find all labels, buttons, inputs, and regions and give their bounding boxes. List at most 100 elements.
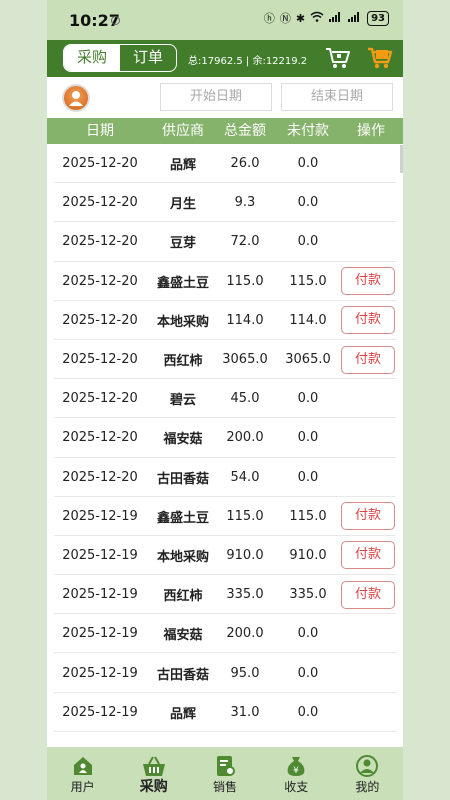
start-date-input[interactable]: 开始日期 <box>160 83 272 111</box>
cell-unpaid: 0.0 <box>297 626 319 642</box>
nav-user-label: 用户 <box>70 780 95 794</box>
purchase-list[interactable]: 2025-12-20 品辉 26.0 0.0 2025-12-20 月生 9.3 0.0 202… <box>47 144 403 733</box>
hd-icon: ⓗ <box>263 12 275 25</box>
cell-unpaid: 0.0 <box>297 469 319 485</box>
user-avatar-icon[interactable] <box>62 84 90 112</box>
bluetooth-icon: ✱ <box>295 11 306 25</box>
cell-total: 335.0 <box>226 587 264 603</box>
cell-unpaid: 910.0 <box>289 547 327 563</box>
cell-total: 200.0 <box>226 430 264 446</box>
cell-unpaid: 3065.0 <box>285 352 331 368</box>
cell-unpaid: 115.0 <box>289 508 327 524</box>
cell-total: 45.0 <box>230 391 260 407</box>
table-row[interactable]: 2025-12-20 鑫盛土豆 115.0 115.0 付款 <box>47 262 403 301</box>
cell-action: 付款 <box>339 267 403 296</box>
pay-button[interactable]: 付款 <box>341 267 395 296</box>
pay-button[interactable]: 付款 <box>341 345 395 374</box>
col-action: 操作 <box>357 123 385 139</box>
cart-icon[interactable] <box>325 46 351 70</box>
scrollbar[interactable] <box>400 145 403 173</box>
cell-date: 2025-12-20 <box>62 430 138 446</box>
cell-action: 付款 <box>339 306 403 335</box>
table-row[interactable]: 2025-12-20 品辉 26.0 0.0 <box>47 144 403 184</box>
cell-total: 9.3 <box>234 195 256 211</box>
cell-date: 2025-12-20 <box>62 273 138 289</box>
table-row[interactable]: 2025-12-20 古田香菇 54.0 0.0 <box>47 458 403 497</box>
cell-total: 31.0 <box>230 704 260 720</box>
cell-supplier: 本地采购 <box>156 549 209 565</box>
tab-purchase[interactable]: 采购 <box>64 45 120 71</box>
cell-unpaid: 0.0 <box>297 391 319 407</box>
cell-supplier: 碧云 <box>169 393 196 409</box>
cell-total: 26.0 <box>230 156 260 172</box>
cell-total: 72.0 <box>230 234 260 250</box>
cell-date: 2025-12-20 <box>62 352 138 368</box>
nav-sales-label: 销售 <box>213 780 238 794</box>
nav-mine[interactable]: 我的 <box>332 747 403 800</box>
table-row[interactable]: 2025-12-19 福安菇 200.0 0.0 <box>47 614 403 654</box>
wifi-icon <box>310 11 324 25</box>
cell-date: 2025-12-20 <box>62 195 138 211</box>
order-cart-icon[interactable] <box>367 45 393 71</box>
table-row[interactable]: 2025-12-20 福安菇 200.0 0.0 <box>47 418 403 458</box>
signal-icon-2 <box>348 11 362 25</box>
cell-unpaid: 0.0 <box>297 234 319 250</box>
pay-button[interactable]: 付款 <box>341 541 395 570</box>
table-header: 日期 供应商 总金额 未付款 操作 <box>47 118 403 144</box>
mode-switch: 采购 订单 <box>63 44 177 72</box>
cell-total: 95.0 <box>230 665 260 681</box>
balance-summary: 总:17962.5 | 余:12219.2 <box>188 56 308 67</box>
nav-finance[interactable]: ¥ 收支 <box>261 747 332 800</box>
table-row[interactable]: 2025-12-19 鑫盛土豆 115.0 115.0 付款 <box>47 497 403 537</box>
cell-action: 付款 <box>339 345 403 374</box>
cell-total: 3065.0 <box>222 352 268 368</box>
cell-total: 115.0 <box>226 273 264 289</box>
cell-date: 2025-12-20 <box>62 312 138 328</box>
table-row[interactable]: 2025-12-20 月生 9.3 0.0 <box>47 183 403 223</box>
cell-supplier: 本地采购 <box>156 314 209 330</box>
col-date: 日期 <box>86 123 114 139</box>
end-date-input[interactable]: 结束日期 <box>281 83 393 111</box>
cell-supplier: 鑫盛土豆 <box>156 275 209 291</box>
table-row[interactable]: 2025-12-19 本地采购 910.0 910.0 付款 <box>47 536 403 576</box>
cell-total: 114.0 <box>226 312 264 328</box>
cell-date: 2025-12-20 <box>62 156 138 172</box>
nav-purchase-label: 采购 <box>139 779 168 795</box>
cell-unpaid: 335.0 <box>289 587 327 603</box>
table-row[interactable]: 2025-12-19 品辉 31.0 0.0 <box>47 693 403 733</box>
cell-date: 2025-12-19 <box>62 665 138 681</box>
nav-user[interactable]: 用户 <box>47 747 118 800</box>
cell-unpaid: 0.0 <box>297 195 319 211</box>
cell-date: 2025-12-19 <box>62 704 138 720</box>
nav-mine-label: 我的 <box>355 780 380 794</box>
cell-date: 2025-12-20 <box>62 469 138 485</box>
cell-supplier: 月生 <box>169 197 196 213</box>
cell-unpaid: 0.0 <box>297 156 319 172</box>
cell-supplier: 福安菇 <box>163 432 203 448</box>
pay-button[interactable]: 付款 <box>341 502 395 531</box>
cell-supplier: 品辉 <box>169 158 196 174</box>
cell-supplier: 品辉 <box>169 706 196 722</box>
filter-bar: 开始日期 结束日期 <box>47 77 403 118</box>
table-row[interactable]: 2025-12-19 西红柿 335.0 335.0 付款 <box>47 575 403 615</box>
cell-total: 200.0 <box>226 626 264 642</box>
pay-button[interactable]: 付款 <box>341 580 395 609</box>
col-supplier: 供应商 <box>162 123 204 139</box>
table-row[interactable]: 2025-12-20 豆芽 72.0 0.0 <box>47 222 403 262</box>
nav-purchase[interactable]: 采购 <box>118 747 189 800</box>
bottom-nav: 用户 采购 销售 ¥ 收支 我的 <box>47 747 403 800</box>
table-row[interactable]: 2025-12-20 西红柿 3065.0 3065.0 付款 <box>47 340 403 380</box>
tab-order[interactable]: 订单 <box>120 45 176 71</box>
nav-sales[interactable]: 销售 <box>189 747 260 800</box>
cell-total: 54.0 <box>230 469 260 485</box>
table-row[interactable]: 2025-12-20 本地采购 114.0 114.0 付款 <box>47 301 403 341</box>
col-total: 总金额 <box>224 123 266 139</box>
cell-supplier: 西红柿 <box>163 589 203 605</box>
cell-action: 付款 <box>339 580 403 609</box>
status-bar: 10:27 ⓗ Ⓝ ✱ 93 <box>47 0 403 40</box>
pay-button[interactable]: 付款 <box>341 306 395 335</box>
table-row[interactable]: 2025-12-19 古田香菇 95.0 0.0 <box>47 653 403 693</box>
cell-total: 910.0 <box>226 547 264 563</box>
table-row[interactable]: 2025-12-20 碧云 45.0 0.0 <box>47 379 403 419</box>
top-header: 采购 订单 总:17962.5 | 余:12219.2 <box>47 40 403 77</box>
